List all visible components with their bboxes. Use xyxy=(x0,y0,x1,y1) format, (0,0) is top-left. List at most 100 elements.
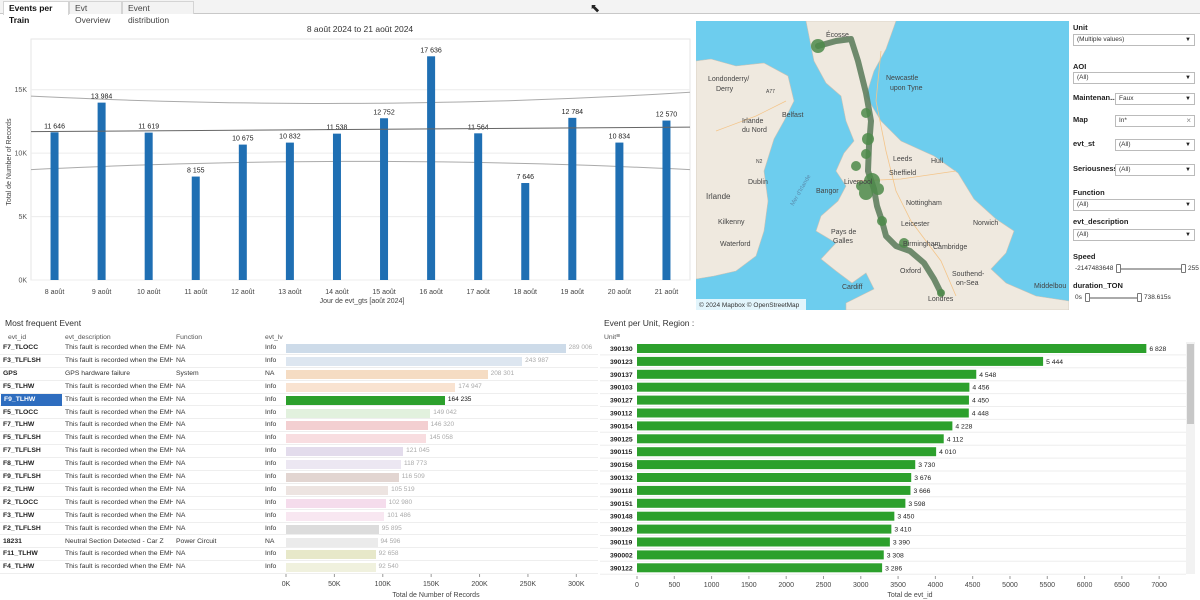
col-header-evt-lv[interactable]: evt_lv xyxy=(265,334,283,341)
bar xyxy=(285,142,294,280)
speed-slider-max-handle[interactable] xyxy=(1181,264,1186,273)
unit-bar[interactable] xyxy=(637,421,953,431)
event-bar[interactable] xyxy=(286,460,401,470)
event-bar[interactable] xyxy=(286,408,431,418)
unit-bar-value-label: 3 666 xyxy=(913,488,930,495)
event-bar[interactable] xyxy=(286,356,523,366)
function-filter-select[interactable]: (All) ▼ xyxy=(1073,199,1195,211)
unit-bar[interactable] xyxy=(637,550,884,560)
event-bar[interactable] xyxy=(286,550,376,560)
unit-bar[interactable] xyxy=(637,434,944,444)
aoi-filter-select[interactable]: (All) ▼ xyxy=(1073,72,1195,84)
table-row[interactable]: F7_TLHW This fault is recorded when the E… xyxy=(0,419,598,433)
tab-evt-overview[interactable]: Evt Overview xyxy=(69,1,122,25)
duration-slider-max-handle[interactable] xyxy=(1137,293,1142,302)
evt-description-cell: GPS hardware failure xyxy=(65,369,130,377)
table-row[interactable]: F9_TLFLSH This fault is recorded when the… xyxy=(0,471,598,484)
table-row[interactable]: 18231 Neutral Section Detected - Car Z Pow… xyxy=(0,536,598,549)
table-row[interactable]: F3_TLFLSH This fault is recorded when the… xyxy=(0,355,598,368)
evt-lv-cell: NA xyxy=(265,369,275,377)
evt-id-cell: F2_TLOCC xyxy=(3,498,39,506)
table-row[interactable]: F2_TLHW This fault is recorded when the E… xyxy=(0,484,598,497)
event-bar[interactable] xyxy=(286,344,566,353)
table-row[interactable]: F8_TLHW This fault is recorded when the E… xyxy=(0,458,598,471)
event-bar[interactable] xyxy=(286,498,386,508)
table-row[interactable]: F2_TLFLSH This fault is recorded when the… xyxy=(0,523,598,536)
event-bar[interactable] xyxy=(286,395,445,405)
x-tick-label: 4500 xyxy=(965,582,981,589)
unit-bar[interactable] xyxy=(637,537,890,547)
event-bar-value-label: 101 486 xyxy=(387,511,411,519)
unit-bar[interactable] xyxy=(637,447,937,457)
unit-bar[interactable] xyxy=(637,460,916,470)
event-bar[interactable] xyxy=(286,434,427,444)
tab-events-per-train[interactable]: Events per Train xyxy=(3,1,69,25)
map-attribution[interactable]: © 2024 Mapbox © OpenStreetMap xyxy=(699,301,800,309)
table-row[interactable]: F2_TLOCC This fault is recorded when the … xyxy=(0,497,598,510)
event-bar[interactable] xyxy=(286,511,385,521)
unit-bar[interactable] xyxy=(637,356,1044,366)
unit-bar[interactable] xyxy=(637,369,977,379)
table-row[interactable]: F3_TLHW This fault is recorded when the E… xyxy=(0,510,598,523)
unit-bar[interactable] xyxy=(637,395,969,405)
speed-slider-min-handle[interactable] xyxy=(1116,264,1121,273)
table-row[interactable]: F4_TLHW This fault is recorded when the E… xyxy=(0,561,598,575)
unit-bar[interactable] xyxy=(637,382,970,392)
evt-description-cell: This fault is recorded when the EMH ... xyxy=(65,550,173,558)
event-bar-value-label: 105 519 xyxy=(391,485,415,493)
uk-map[interactable]: Écosse Londonderry/ Derry Irlande du Nor… xyxy=(696,21,1069,310)
col-header-function[interactable]: Function xyxy=(176,334,202,341)
unit-bar[interactable] xyxy=(637,473,912,482)
event-bar[interactable] xyxy=(286,485,389,495)
table-row[interactable]: F7_TLFLSH This fault is recorded when the… xyxy=(0,445,598,459)
x-tick-label: 21 août xyxy=(655,289,678,296)
bar xyxy=(662,120,671,280)
chevron-down-icon: ▼ xyxy=(1185,37,1191,43)
clear-icon[interactable]: × xyxy=(1186,116,1191,126)
col-header-evt-description[interactable]: evt_description xyxy=(65,334,111,341)
x-tick-label: 1500 xyxy=(741,582,757,589)
speed-slider-track[interactable] xyxy=(1118,268,1184,270)
event-bar[interactable] xyxy=(286,447,404,457)
unit-filter-select[interactable]: (Multiple values) ▼ xyxy=(1073,34,1195,46)
col-header-unit[interactable]: Unit xyxy=(604,334,616,341)
event-bar[interactable] xyxy=(286,473,399,482)
evtdesc-filter-select[interactable]: (All) ▼ xyxy=(1073,229,1195,241)
unit-bar[interactable] xyxy=(637,524,892,534)
table-row[interactable]: F5_TLHW This fault is recorded when the E… xyxy=(0,381,598,394)
event-bar[interactable] xyxy=(286,421,428,431)
seriousness-filter-select[interactable]: (All) ▼ xyxy=(1115,164,1195,176)
table-row[interactable]: GPS GPS hardware failure System NA 208 301 xyxy=(0,368,598,381)
table-row[interactable]: F11_TLHW This fault is recorded when the … xyxy=(0,548,598,562)
event-bar[interactable] xyxy=(286,563,376,573)
unit-bar[interactable] xyxy=(637,485,911,495)
map-label: Kilkenny xyxy=(718,219,745,226)
table-row[interactable]: F5_TLFLSH This fault is recorded when the… xyxy=(0,432,598,446)
table-row[interactable]: F9_TLHW This fault is recorded when the E… xyxy=(0,393,598,407)
evtst-filter-select[interactable]: (All) ▼ xyxy=(1115,139,1195,151)
unit-bar[interactable] xyxy=(637,344,1147,353)
event-per-unit-title: Event per Unit, Region : xyxy=(604,318,695,328)
event-bar[interactable] xyxy=(286,382,456,392)
sort-icon[interactable]: ≡ xyxy=(616,333,620,340)
map-filter-input[interactable]: In* × xyxy=(1115,115,1195,127)
maintenance-filter-select[interactable]: Faux ▼ xyxy=(1115,93,1195,105)
function-cell: NA xyxy=(176,498,186,506)
event-bar[interactable] xyxy=(286,369,488,379)
event-bar[interactable] xyxy=(286,524,379,534)
col-header-evt-id[interactable]: evt_id xyxy=(8,334,26,341)
unit-bar[interactable] xyxy=(637,563,883,573)
tab-event-distribution[interactable]: Event distribution xyxy=(122,1,194,25)
duration-slider-min-handle[interactable] xyxy=(1085,293,1090,302)
duration-slider-track[interactable] xyxy=(1085,297,1141,299)
function-cell: NA xyxy=(176,524,186,532)
unit-bar[interactable] xyxy=(637,408,969,418)
scrollbar-thumb[interactable] xyxy=(1187,344,1194,424)
event-bar[interactable] xyxy=(286,537,378,547)
table-row[interactable]: F5_TLOCC This fault is recorded when the … xyxy=(0,407,598,420)
evt-lv-cell: Info xyxy=(265,344,277,351)
unit-bar[interactable] xyxy=(637,511,895,521)
function-cell: Power Circuit xyxy=(176,537,217,545)
unit-bar[interactable] xyxy=(637,498,906,508)
table-row[interactable]: F7_TLOCC This fault is recorded when the … xyxy=(0,342,598,355)
